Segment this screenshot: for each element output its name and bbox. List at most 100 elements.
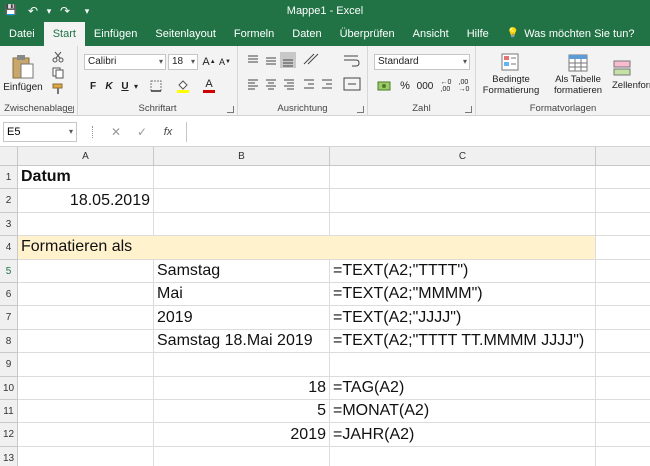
conditional-formatting-button[interactable]: Bedingte Formatierung [480, 48, 542, 100]
comma-style-button[interactable]: 000 [414, 78, 436, 94]
font-name-dropdown[interactable]: Calibri ▾ [84, 54, 166, 70]
cell-c5[interactable]: =TEXT(A2;"TTTT") [330, 259, 596, 283]
column-header-b[interactable]: B [154, 147, 330, 166]
borders-button[interactable] [146, 78, 166, 94]
cut-button[interactable] [48, 50, 68, 64]
cell-d13[interactable] [596, 447, 650, 466]
cell-d7[interactable] [596, 306, 650, 330]
cell-d4[interactable] [596, 236, 650, 260]
enter-icon[interactable]: ✓ [132, 122, 152, 142]
cell-a11[interactable] [18, 400, 154, 424]
row-header[interactable]: 4 [0, 236, 18, 260]
cell-d2[interactable] [596, 189, 650, 213]
row-header[interactable]: 7 [0, 306, 18, 330]
cell-b2[interactable] [154, 189, 330, 213]
format-painter-button[interactable] [48, 82, 68, 96]
cell-c13[interactable] [330, 446, 596, 466]
row-header[interactable]: 12 [0, 423, 18, 447]
cell-c6[interactable]: =TEXT(A2;"MMMM") [330, 283, 596, 307]
tab-formeln[interactable]: Formeln [225, 22, 283, 46]
cell-b12[interactable]: 2019 [154, 423, 330, 447]
cell-b9[interactable] [154, 353, 330, 377]
cell-d11[interactable] [596, 400, 650, 424]
cell-b8[interactable]: Samstag 18.Mai 2019 [154, 329, 330, 354]
tab-hilfe[interactable]: Hilfe [458, 22, 498, 46]
number-launcher-icon[interactable] [465, 106, 472, 113]
cell-d12[interactable] [596, 423, 650, 447]
tab-ansicht[interactable]: Ansicht [404, 22, 458, 46]
row-header[interactable]: 10 [0, 376, 18, 400]
cell-a9[interactable] [18, 353, 154, 377]
cell-b1[interactable] [154, 166, 330, 190]
cell-a4[interactable]: Formatieren als [18, 236, 154, 260]
row-header[interactable]: 5 [0, 259, 18, 283]
formula-input[interactable] [186, 122, 650, 142]
tab-start[interactable]: Start [43, 22, 85, 46]
row-header[interactable]: 11 [0, 400, 18, 424]
cell-b13[interactable] [154, 446, 330, 466]
cell-b11[interactable]: 5 [154, 400, 330, 424]
row-header[interactable]: 8 [0, 329, 18, 354]
number-format-dropdown[interactable]: Standard ▾ [374, 54, 470, 70]
cell-b7[interactable]: 2019 [154, 306, 330, 330]
row-header[interactable]: 9 [0, 353, 18, 377]
column-header-a[interactable]: A [18, 147, 154, 166]
cell-a10[interactable] [18, 376, 154, 400]
cell-c2[interactable] [330, 189, 596, 213]
row-header[interactable]: 13 [0, 446, 18, 466]
cell-d1[interactable] [596, 166, 650, 190]
cell-c4[interactable] [330, 236, 596, 260]
cell-a6[interactable] [18, 283, 154, 307]
cell-b5[interactable]: Samstag [154, 259, 330, 283]
cell-a2[interactable]: 18.05.2019 [18, 189, 154, 213]
italic-button[interactable]: K [102, 78, 116, 94]
underline-dropdown-icon[interactable]: ▾ [132, 78, 140, 94]
cell-d8[interactable] [596, 330, 650, 354]
cell-a12[interactable] [18, 423, 154, 447]
fill-color-button[interactable] [172, 78, 194, 94]
format-as-table-button[interactable]: Als Tabelle formatieren [548, 48, 608, 100]
row-header[interactable]: 3 [0, 212, 18, 237]
row-header[interactable]: 1 [0, 166, 18, 190]
row-header[interactable]: 6 [0, 283, 18, 307]
cell-a3[interactable] [18, 212, 154, 237]
cell-b3[interactable] [154, 212, 330, 237]
name-box[interactable]: E5 ▾ [3, 122, 77, 142]
cell-c10[interactable]: =TAG(A2) [330, 376, 596, 400]
cell-c12[interactable]: =JAHR(A2) [330, 423, 596, 447]
cell-styles-button[interactable]: Zellenform [612, 48, 650, 100]
cell-d10[interactable] [596, 377, 650, 400]
cell-c1[interactable] [330, 166, 596, 190]
accounting-format-button[interactable] [374, 78, 394, 94]
tell-me-search[interactable]: 💡 Was möchten Sie tun? [498, 22, 644, 46]
font-size-dropdown[interactable]: 18 ▾ [168, 54, 198, 70]
alignment-launcher-icon[interactable] [357, 106, 364, 113]
cell-b10[interactable]: 18 [154, 376, 330, 400]
cell-a1[interactable]: Datum [18, 166, 154, 190]
clipboard-launcher-icon[interactable] [67, 106, 74, 113]
cancel-icon[interactable]: ✕ [106, 122, 126, 142]
cell-c7[interactable]: =TEXT(A2;"JJJJ") [330, 306, 596, 330]
tab-seitenlayout[interactable]: Seitenlayout [146, 22, 225, 46]
percent-style-button[interactable]: % [398, 78, 412, 94]
increase-decimal-icon[interactable]: ←0,00 [438, 78, 454, 94]
cell-b4[interactable] [154, 236, 330, 260]
tab-einfuegen[interactable]: Einfügen [85, 22, 146, 46]
column-header-c[interactable]: C [330, 147, 596, 166]
cell-a13[interactable] [18, 446, 154, 466]
cell-b6[interactable]: Mai [154, 283, 330, 307]
tab-datei[interactable]: Datei [0, 22, 44, 46]
row-header[interactable]: 2 [0, 189, 18, 213]
cell-c3[interactable] [330, 212, 596, 237]
decrease-font-button[interactable]: A ▼ [218, 54, 232, 70]
cell-d9[interactable] [596, 353, 650, 377]
cell-d5[interactable] [596, 260, 650, 283]
font-color-button[interactable]: A [198, 78, 220, 94]
tab-ueberpruefen[interactable]: Überprüfen [331, 22, 404, 46]
increase-font-button[interactable]: A ▲ [202, 54, 216, 70]
cell-a7[interactable] [18, 306, 154, 330]
paste-button[interactable]: Einfügen [3, 48, 43, 98]
insert-function-icon[interactable]: fx [158, 122, 178, 142]
cell-c8[interactable]: =TEXT(A2;"TTTT TT.MMMM JJJJ") [330, 329, 596, 354]
cell-a8[interactable] [18, 329, 154, 354]
